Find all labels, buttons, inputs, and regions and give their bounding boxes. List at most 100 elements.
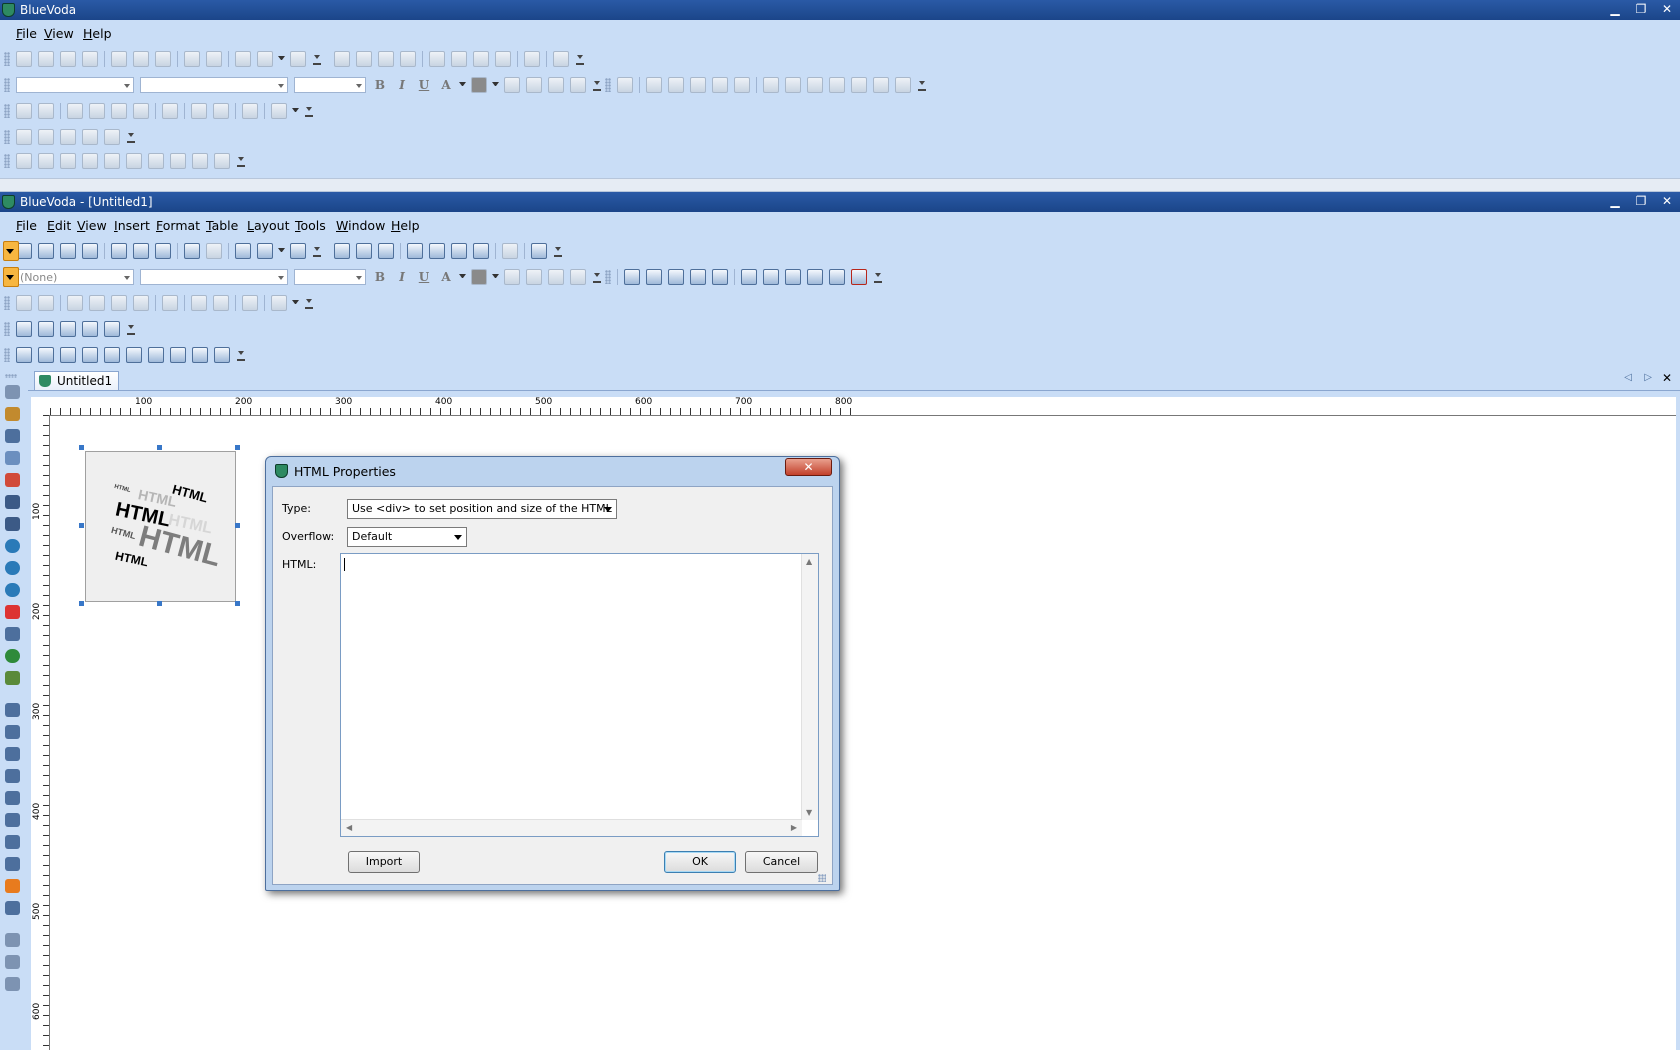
cancel-button[interactable]: Cancel: [745, 851, 818, 873]
close-icon[interactable]: ✕: [1654, 0, 1680, 20]
menu-help[interactable]: Help: [391, 218, 420, 233]
widget-icon[interactable]: [214, 153, 230, 169]
widget-icon[interactable]: [60, 347, 76, 363]
underline-icon[interactable]: U: [416, 78, 432, 92]
toolbar-options-icon[interactable]: [874, 271, 882, 283]
new-template-icon[interactable]: [38, 51, 54, 67]
toolbox-item-icon[interactable]: [5, 955, 20, 969]
button-tool-icon[interactable]: [473, 243, 489, 259]
type-select[interactable]: Use <div> to set position and size of th…: [347, 499, 617, 519]
resize-handle[interactable]: [235, 523, 240, 528]
align-left-icon[interactable]: [504, 269, 520, 285]
vertical-scrollbar[interactable]: ▲ ▼: [801, 554, 818, 820]
widget-icon[interactable]: [214, 347, 230, 363]
import-button[interactable]: Import: [348, 851, 420, 873]
minimize-icon[interactable]: ▁: [1602, 192, 1628, 212]
script-icon[interactable]: [60, 321, 76, 337]
new-icon[interactable]: [16, 51, 32, 67]
layer-icon[interactable]: [89, 295, 105, 311]
reset-icon[interactable]: [873, 77, 889, 93]
toolbox-item-icon[interactable]: [5, 451, 20, 465]
menu-insert[interactable]: Insert: [114, 218, 150, 233]
preview-icon[interactable]: [257, 51, 273, 67]
bullet-list-icon[interactable]: [378, 243, 394, 259]
flip-icon[interactable]: [16, 295, 32, 311]
undo-icon[interactable]: [184, 51, 200, 67]
html-code-textarea[interactable]: ▲ ▼ ◀ ▶: [340, 553, 819, 837]
toolbox-item-icon[interactable]: [5, 703, 20, 717]
print-icon[interactable]: [290, 243, 306, 259]
overflow-select[interactable]: Default: [347, 527, 467, 547]
widget-icon[interactable]: [126, 153, 142, 169]
toolbox-item-icon[interactable]: [5, 791, 20, 805]
toolbar-options-icon[interactable]: [593, 79, 601, 91]
restore-icon[interactable]: ❐: [1628, 0, 1654, 20]
toolbox-item-icon[interactable]: [5, 747, 20, 761]
picture-icon[interactable]: [271, 103, 287, 119]
widget-icon[interactable]: [104, 347, 120, 363]
toolbox-item-icon[interactable]: [5, 517, 20, 531]
script-icon[interactable]: [16, 321, 32, 337]
toolbox-item-icon[interactable]: [5, 835, 20, 849]
align-left-icon[interactable]: [504, 77, 520, 93]
checkbox-icon[interactable]: [690, 269, 706, 285]
resize-handle[interactable]: [157, 445, 162, 450]
globe-icon[interactable]: [524, 51, 540, 67]
justify-icon[interactable]: [570, 269, 586, 285]
publish-icon[interactable]: [235, 243, 251, 259]
checkbox-icon[interactable]: [712, 77, 728, 93]
scroll-up-icon[interactable]: ▲: [806, 557, 812, 566]
toolbox-item-icon[interactable]: [5, 583, 20, 597]
crop-icon[interactable]: [191, 103, 207, 119]
script-icon[interactable]: [16, 129, 32, 145]
html-object-placeholder[interactable]: HTML HTML HTML HTML HTML HTML HTML HTML: [85, 451, 236, 602]
align-center-icon[interactable]: [526, 77, 542, 93]
form-field-icon[interactable]: [763, 77, 779, 93]
widget-icon[interactable]: [104, 153, 120, 169]
layer-icon[interactable]: [242, 103, 258, 119]
preview-icon[interactable]: [257, 243, 273, 259]
layer-icon[interactable]: [67, 103, 83, 119]
toolbox-item-icon[interactable]: [5, 473, 20, 487]
widget-icon[interactable]: [38, 153, 54, 169]
toolbox-item-icon[interactable]: [5, 901, 20, 915]
widget-icon[interactable]: [170, 347, 186, 363]
form-field-icon[interactable]: [851, 77, 867, 93]
grid-icon[interactable]: [531, 243, 547, 259]
italic-icon[interactable]: I: [394, 270, 410, 284]
copy-icon[interactable]: [133, 243, 149, 259]
pointer-icon[interactable]: [334, 51, 350, 67]
save-icon[interactable]: [82, 51, 98, 67]
toolbar-options-icon[interactable]: [305, 297, 313, 309]
toolbar-options-icon[interactable]: [127, 131, 135, 143]
widget-icon[interactable]: [126, 347, 142, 363]
form-field-icon[interactable]: [741, 269, 757, 285]
toolbox-item-icon[interactable]: [5, 857, 20, 871]
toolbox-item-icon[interactable]: [5, 769, 20, 783]
flip-icon[interactable]: [38, 103, 54, 119]
form-field-icon[interactable]: [829, 269, 845, 285]
widget-icon[interactable]: [16, 347, 32, 363]
shape-tool-icon[interactable]: [473, 51, 489, 67]
toolbar-options-icon[interactable]: [576, 53, 584, 65]
font-color-icon[interactable]: A: [438, 78, 454, 92]
toolbar-options-icon[interactable]: [313, 245, 321, 257]
layer-icon[interactable]: [133, 295, 149, 311]
size-combo[interactable]: [294, 269, 366, 285]
script-icon[interactable]: [104, 129, 120, 145]
resize-icon[interactable]: [213, 295, 229, 311]
widget-icon[interactable]: [38, 347, 54, 363]
toolbar-options-icon[interactable]: [127, 323, 135, 335]
menu-layout[interactable]: Layout: [247, 218, 290, 233]
resize-handle[interactable]: [79, 523, 84, 528]
rotate-icon[interactable]: [162, 103, 178, 119]
menu-edit[interactable]: Edit: [47, 218, 71, 233]
globe-icon[interactable]: [502, 243, 518, 259]
radio-icon[interactable]: [734, 77, 750, 93]
restore-icon[interactable]: ❐: [1628, 192, 1654, 212]
menu-tools[interactable]: Tools: [295, 218, 326, 233]
layer-icon[interactable]: [133, 103, 149, 119]
resize-handle[interactable]: [235, 445, 240, 450]
toolbar-options-icon[interactable]: [305, 105, 313, 117]
layer-icon[interactable]: [67, 295, 83, 311]
